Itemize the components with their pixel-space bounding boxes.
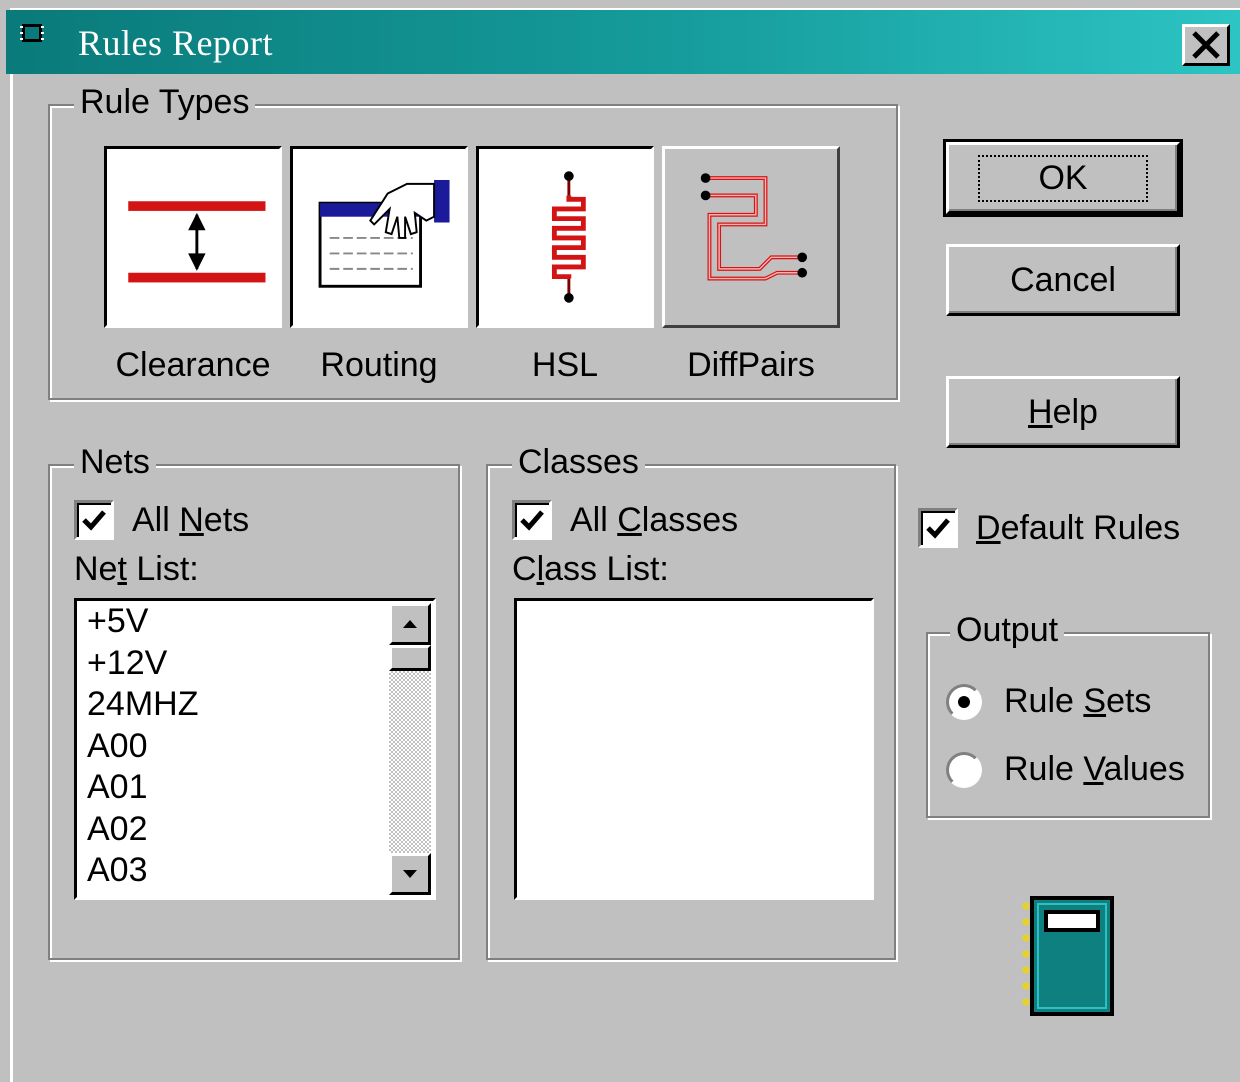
scroll-thumb[interactable] xyxy=(389,645,431,671)
classes-legend: Classes xyxy=(512,442,645,482)
routing-icon xyxy=(318,179,450,288)
help-button[interactable]: Help xyxy=(946,376,1180,448)
all-nets-check-box[interactable] xyxy=(74,500,114,540)
radio-selected-dot xyxy=(958,695,970,708)
close-button[interactable] xyxy=(1182,24,1230,66)
all-nets-label: All Nets xyxy=(132,500,250,539)
diffpairs-icon xyxy=(700,173,808,281)
list-item[interactable]: A03 xyxy=(77,850,433,892)
rule-values-radio[interactable]: Rule Values xyxy=(946,750,1185,789)
list-item[interactable]: +5V xyxy=(77,601,433,643)
window-title: Rules Report xyxy=(78,23,273,63)
rule-values-radio-button[interactable] xyxy=(946,751,982,788)
net-list-label: Net List: xyxy=(74,550,199,588)
cancel-label: Cancel xyxy=(1010,260,1116,299)
default-rules-label: Default Rules xyxy=(976,508,1181,547)
all-classes-label: All Classes xyxy=(570,500,739,539)
ok-label: OK xyxy=(978,154,1148,202)
list-item[interactable]: A02 xyxy=(77,809,433,851)
close-icon xyxy=(1192,31,1220,59)
cancel-button[interactable]: Cancel xyxy=(946,244,1180,316)
diffpairs-tile[interactable] xyxy=(662,146,840,328)
scroll-up-button[interactable] xyxy=(389,603,431,645)
nets-group: Nets All Nets Net List: +5V +12V 24MHZ A… xyxy=(48,442,460,960)
hsl-tile[interactable] xyxy=(476,146,654,328)
rule-sets-radio-button[interactable] xyxy=(946,683,982,720)
hsl-label: HSL xyxy=(531,346,599,384)
net-list[interactable]: +5V +12V 24MHZ A00 A01 A02 A03 xyxy=(74,598,436,900)
check-icon xyxy=(520,510,544,531)
rule-sets-label: Rule Sets xyxy=(1004,682,1152,720)
report-notebook-icon xyxy=(1022,896,1114,1016)
clearance-label: Clearance xyxy=(115,346,271,384)
routing-label: Routing xyxy=(320,346,438,384)
arrow-down-icon xyxy=(403,870,417,878)
rule-types-group: Rule Types Clearance Routing HSL DiffPai… xyxy=(48,82,898,400)
check-icon xyxy=(926,518,950,539)
all-classes-checkbox[interactable]: All Classes xyxy=(512,500,738,540)
all-classes-check-box[interactable] xyxy=(512,500,552,540)
class-list-label: Class List: xyxy=(512,550,669,588)
list-item[interactable]: A00 xyxy=(77,726,433,768)
app-icon xyxy=(20,24,44,42)
title-bar[interactable]: Rules Report xyxy=(6,10,1240,74)
rule-values-label: Rule Values xyxy=(1004,750,1185,788)
rule-sets-radio[interactable]: Rule Sets xyxy=(946,682,1151,721)
output-group: Output Rule Sets Rule Values xyxy=(926,610,1210,818)
default-rules-checkbox[interactable]: Default Rules xyxy=(918,508,1180,548)
net-list-scrollbar[interactable] xyxy=(389,603,431,895)
check-icon xyxy=(82,510,106,531)
all-nets-checkbox[interactable]: All Nets xyxy=(74,500,249,540)
list-item[interactable]: 24MHZ xyxy=(77,684,433,726)
arrow-up-icon xyxy=(403,620,417,628)
classes-group: Classes All Classes Class List: xyxy=(486,442,896,960)
list-item[interactable]: +12V xyxy=(77,643,433,685)
clearance-icon xyxy=(128,201,266,283)
output-legend: Output xyxy=(950,610,1065,650)
nets-legend: Nets xyxy=(74,442,156,482)
default-rules-check-box[interactable] xyxy=(918,508,958,548)
hsl-icon xyxy=(551,171,586,303)
diffpairs-label: DiffPairs xyxy=(687,346,815,384)
clearance-tile[interactable] xyxy=(104,146,282,328)
list-item[interactable]: A01 xyxy=(77,767,433,809)
rule-types-legend: Rule Types xyxy=(74,82,256,122)
help-label: Help xyxy=(1028,392,1098,431)
ok-button[interactable]: OK xyxy=(943,139,1183,217)
routing-tile[interactable] xyxy=(290,146,468,328)
class-list[interactable] xyxy=(514,598,874,900)
scroll-down-button[interactable] xyxy=(389,853,431,895)
